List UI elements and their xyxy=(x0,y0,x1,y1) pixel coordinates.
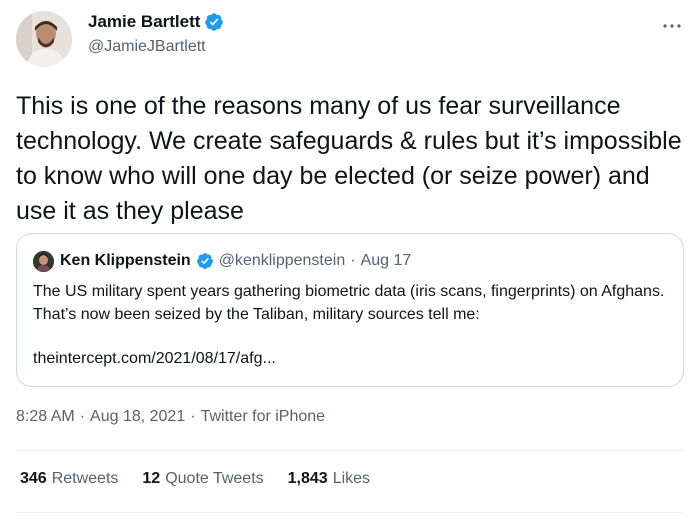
quoted-link[interactable]: theintercept.com/2021/08/17/afg... xyxy=(33,350,276,368)
quote-tweets-stat[interactable]: 12 Quote Tweets xyxy=(142,470,263,488)
tweet-time[interactable]: 8:28 AM xyxy=(16,408,75,426)
verified-badge-icon xyxy=(204,12,224,32)
divider xyxy=(16,512,684,513)
author-handle[interactable]: @JamieJBartlett xyxy=(88,38,206,56)
quote-tweets-label: Quote Tweets xyxy=(165,470,264,487)
quoted-tweet[interactable]: Ken Klippenstein @kenklippenstein · Aug … xyxy=(16,233,684,387)
quoted-text: The US military spent years gathering bi… xyxy=(33,283,669,323)
quote-tweets-count: 12 xyxy=(142,470,161,487)
likes-count: 1,843 xyxy=(287,470,328,487)
tweet-date[interactable]: Aug 18, 2021 xyxy=(90,408,185,426)
tweet-source[interactable]: Twitter for iPhone xyxy=(201,408,326,426)
author-name[interactable]: Jamie Bartlett xyxy=(88,12,200,32)
tweet-meta: 8:28 AM · Aug 18, 2021 · Twitter for iPh… xyxy=(16,408,325,426)
quoted-author-name: Ken Klippenstein xyxy=(60,252,191,269)
quoted-author-avatar[interactable] xyxy=(33,251,54,272)
likes-stat[interactable]: 1,843 Likes xyxy=(288,470,370,488)
more-options-icon[interactable] xyxy=(660,14,684,38)
quoted-date: Aug 17 xyxy=(360,252,412,269)
divider xyxy=(16,450,684,451)
tweet-text: This is one of the reasons many of us fe… xyxy=(16,92,689,225)
author-name-row: Jamie Bartlett xyxy=(88,12,224,32)
quoted-author-handle: @kenklippenstein xyxy=(218,252,346,269)
tweet-card: Jamie Bartlett @JamieJBartlett This is o… xyxy=(0,0,700,519)
author-avatar[interactable] xyxy=(16,11,72,67)
meta-separator: · xyxy=(190,408,196,425)
retweets-count: 346 xyxy=(20,470,47,487)
retweets-label: Retweets xyxy=(51,470,119,487)
likes-label: Likes xyxy=(332,470,371,487)
tweet-stats: 346 Retweets 12 Quote Tweets 1,843 Likes xyxy=(20,470,370,488)
quoted-verified-badge-icon xyxy=(196,252,214,270)
quoted-header: Ken Klippenstein @kenklippenstein · Aug … xyxy=(60,252,411,270)
meta-separator: · xyxy=(79,408,86,425)
retweets-stat[interactable]: 346 Retweets xyxy=(20,470,118,488)
quoted-separator: · xyxy=(350,252,356,269)
